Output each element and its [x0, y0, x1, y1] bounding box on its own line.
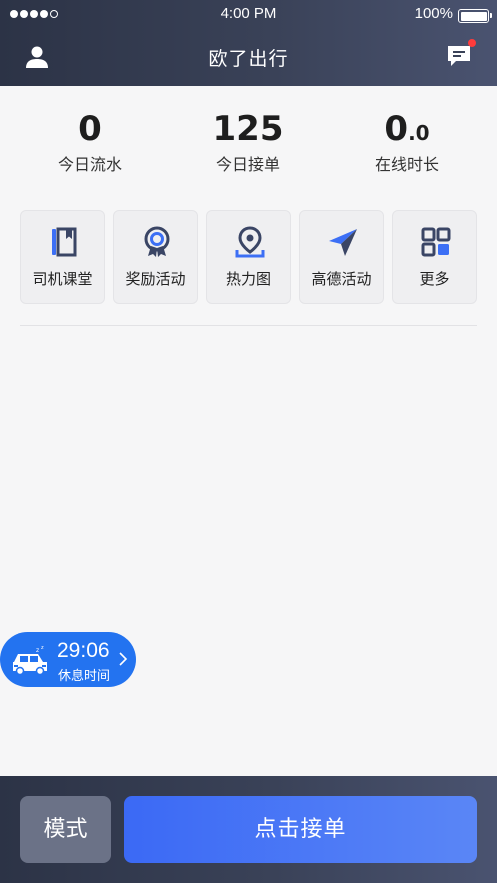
page-title: 欧了出行 [208, 48, 289, 70]
stat-value: 0.0 [384, 109, 430, 149]
tile-heatmap[interactable]: 热力图 [206, 210, 291, 304]
nav-bar: 欧了出行 [0, 30, 497, 86]
tile-label: 热力图 [225, 270, 271, 288]
status-bar: 4:00 PM 100% [0, 0, 497, 30]
battery-percent: 100% [414, 5, 453, 22]
section-divider [20, 325, 477, 326]
tile-driver-class[interactable]: 司机课堂 [20, 210, 105, 304]
bottom-action-bar: 模式 点击接单 [0, 776, 497, 883]
tile-reward-activity[interactable]: 奖励活动 [113, 210, 198, 304]
mode-button[interactable]: 模式 [20, 796, 111, 863]
unread-badge [468, 39, 476, 47]
tile-label: 高德活动 [311, 270, 372, 288]
accept-order-button[interactable]: 点击接单 [124, 796, 477, 863]
stat-label: 在线时长 [374, 155, 439, 174]
quick-entry-grid: 司机课堂 奖励活动 热力图 高德活动 更多 [20, 210, 477, 304]
stat-label: 今日接单 [215, 155, 280, 174]
stat-value: 125 [212, 109, 284, 149]
rest-time: 29:06 [57, 639, 110, 662]
location-pin-icon [235, 226, 265, 258]
tile-more[interactable]: 更多 [392, 210, 477, 304]
tile-amap-activity[interactable]: 高德活动 [299, 210, 384, 304]
stat-label: 今日流水 [57, 155, 122, 174]
stat-value: 0 [78, 109, 102, 149]
sleeping-car-icon: z z [13, 645, 47, 676]
grid-icon [421, 227, 451, 257]
stats-panel: 0 今日流水 125 今日接单 0.0 在线时长 [0, 108, 497, 178]
rest-timer-button[interactable]: z z 29:06 休息时间 [0, 632, 136, 687]
tile-label: 奖励活动 [125, 270, 186, 288]
notebook-icon [52, 227, 77, 257]
app-header: 4:00 PM 100% 欧了出行 [0, 0, 497, 86]
tile-label: 司机课堂 [32, 270, 93, 288]
paper-plane-icon [329, 229, 357, 256]
svg-text:z: z [36, 647, 39, 654]
messages-button[interactable] [445, 39, 476, 70]
battery-icon [458, 9, 492, 23]
tile-label: 更多 [419, 270, 450, 288]
svg-text:z: z [41, 645, 44, 651]
medal-icon [144, 226, 170, 257]
stat-online-duration[interactable]: 0.0 在线时长 [327, 108, 487, 176]
stat-today-orders[interactable]: 125 今日接单 [168, 108, 328, 176]
stat-today-revenue[interactable]: 0 今日流水 [10, 108, 170, 176]
chevron-right-icon [119, 652, 128, 666]
rest-label: 休息时间 [58, 669, 111, 684]
